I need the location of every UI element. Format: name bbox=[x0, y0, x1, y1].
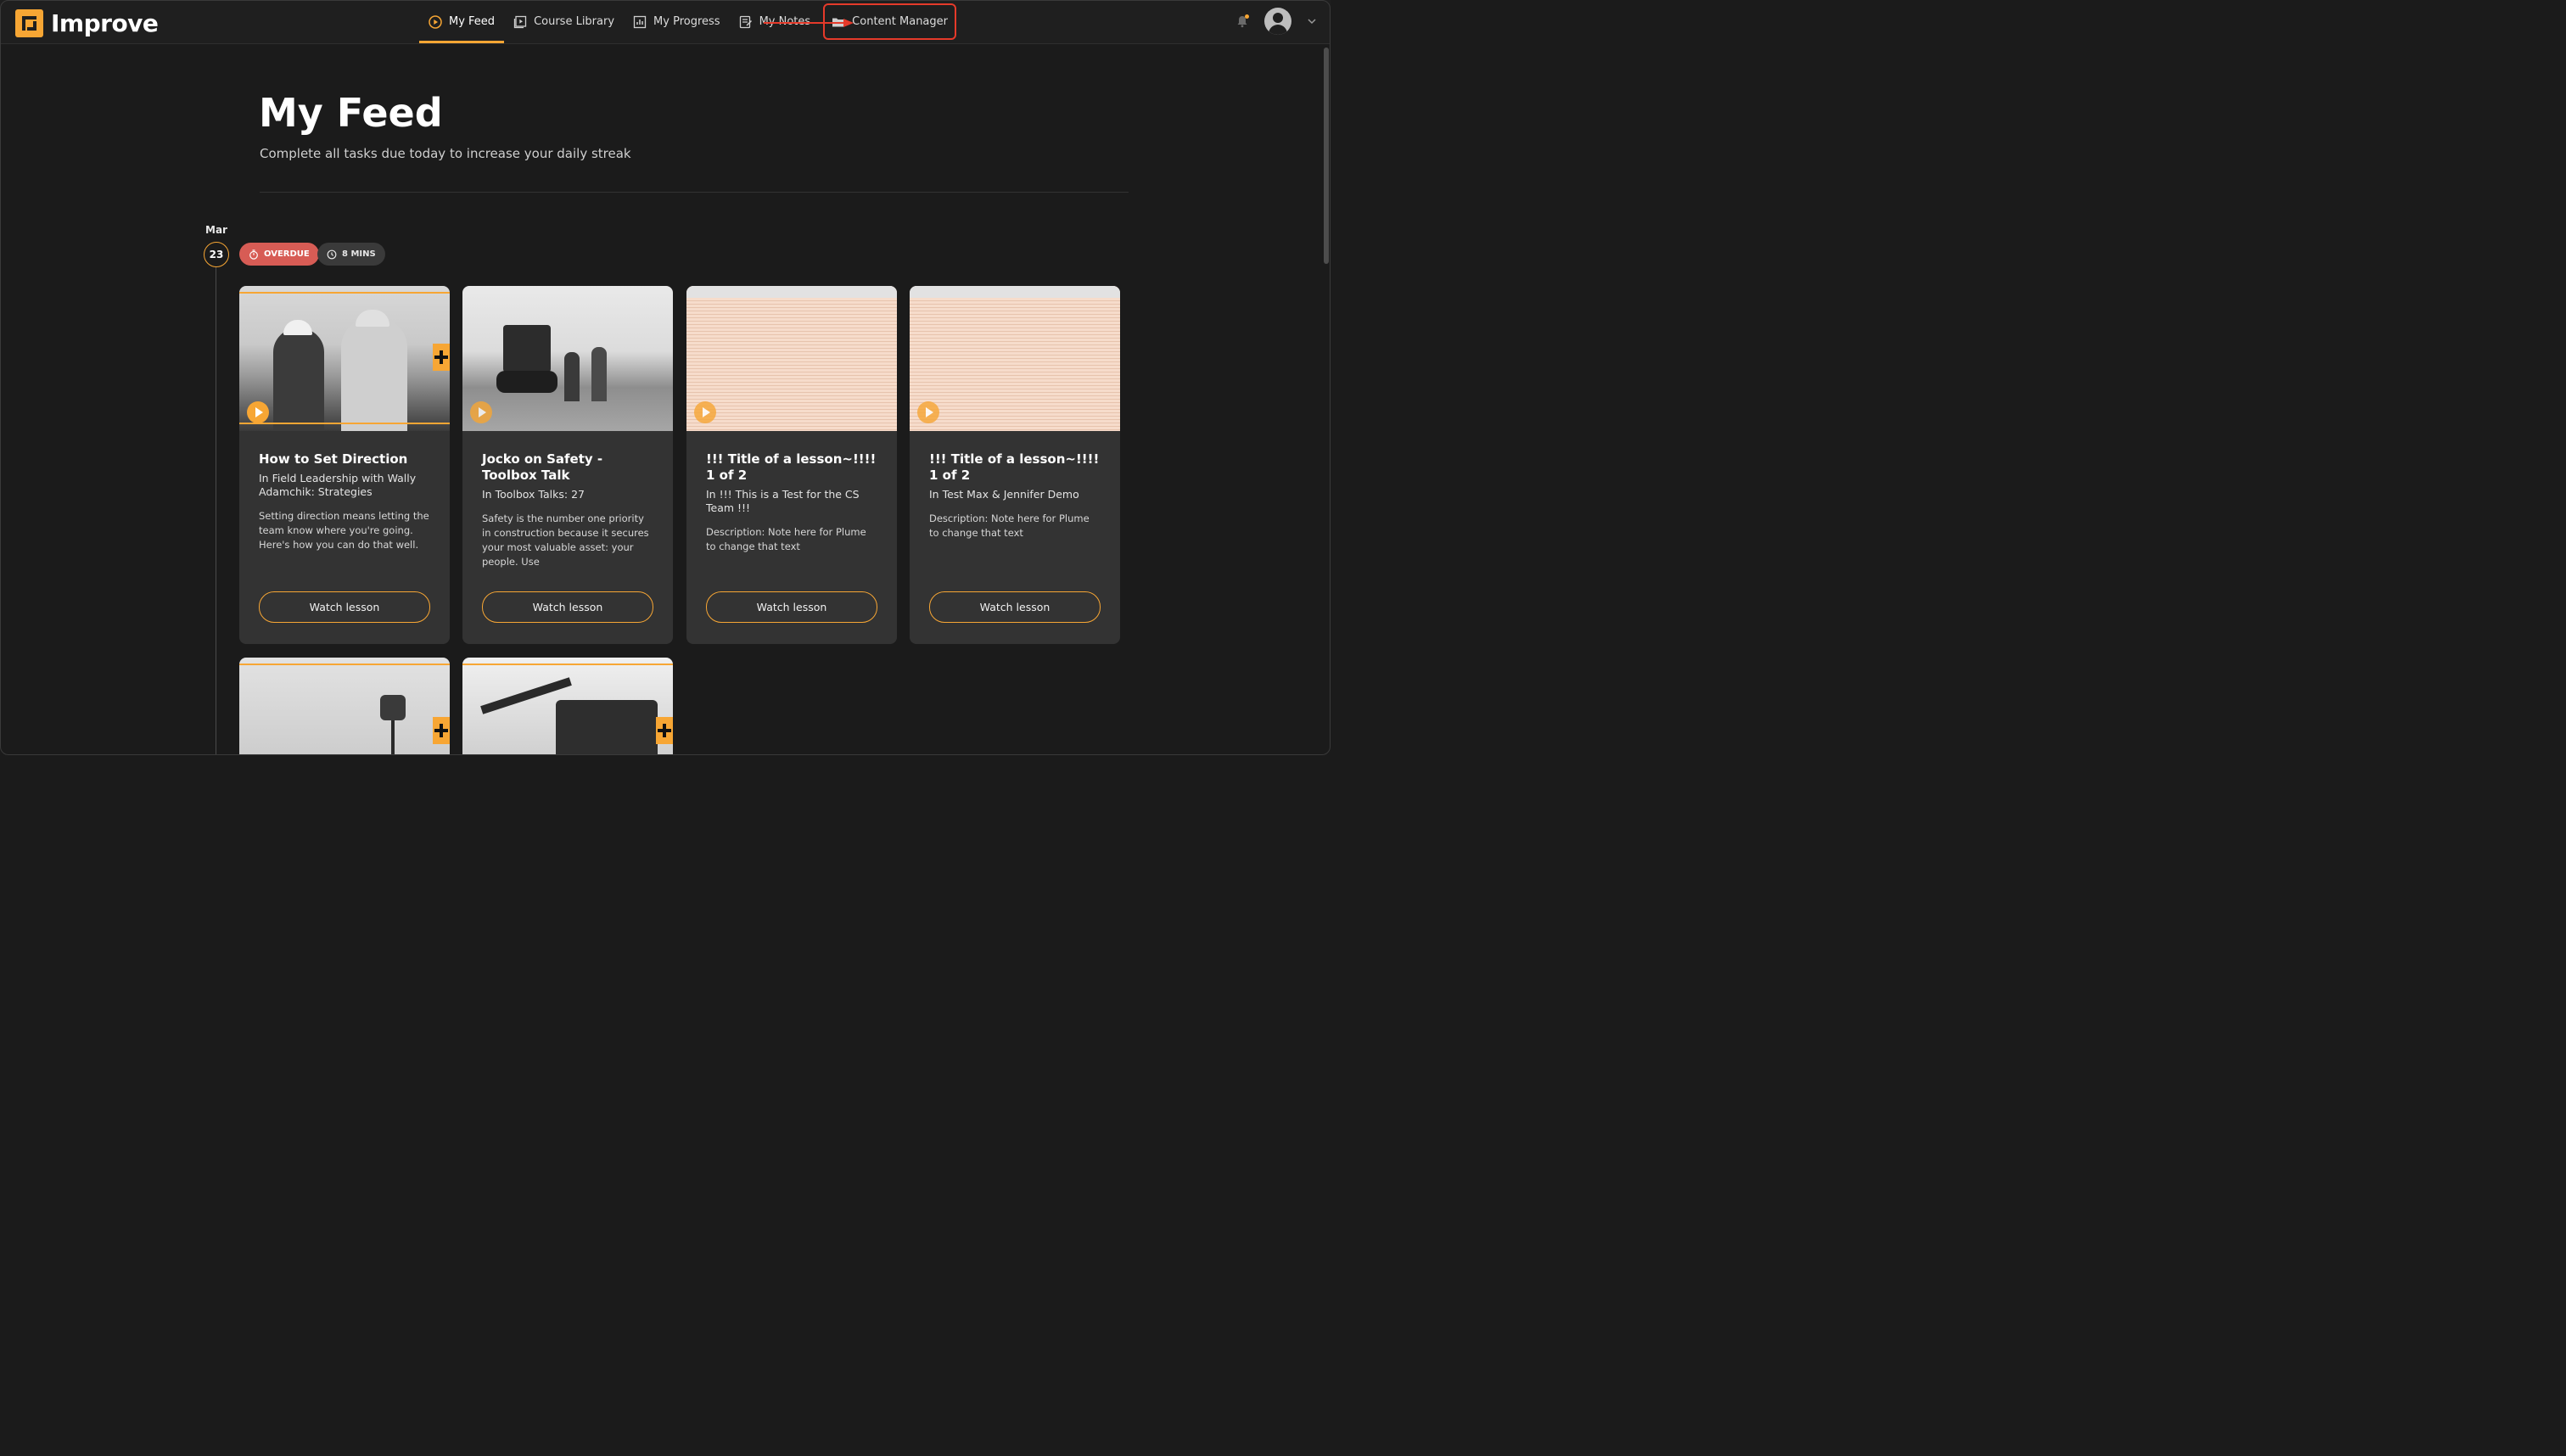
lesson-card[interactable]: !!! Title of a lesson~!!!! 1 of 2 In Tes… bbox=[910, 286, 1120, 644]
user-controls bbox=[1235, 8, 1317, 35]
add-icon[interactable] bbox=[433, 717, 450, 744]
date-day: 23 bbox=[204, 242, 229, 267]
chart-icon bbox=[633, 15, 647, 29]
header-divider bbox=[260, 192, 1129, 193]
nav-my-progress-label: My Progress bbox=[653, 15, 720, 28]
lesson-thumbnail[interactable] bbox=[462, 286, 673, 431]
survey-instrument bbox=[380, 695, 406, 720]
chevron-down-icon[interactable] bbox=[1307, 16, 1317, 26]
nav-course-library-label: Course Library bbox=[534, 15, 615, 28]
library-icon bbox=[513, 15, 527, 29]
lesson-thumbnail[interactable] bbox=[462, 658, 673, 755]
add-icon[interactable] bbox=[656, 717, 673, 744]
hard-hat bbox=[283, 320, 312, 335]
thumb-top-accent bbox=[462, 664, 673, 665]
play-icon[interactable] bbox=[917, 401, 939, 423]
worker-silhouette bbox=[273, 328, 324, 431]
lesson-course: In Test Max & Jennifer Demo bbox=[929, 488, 1079, 501]
nav-my-feed-label: My Feed bbox=[449, 15, 496, 28]
duration-label: 8 MINS bbox=[342, 249, 376, 259]
excavator-cab bbox=[556, 700, 658, 755]
overdue-badge: OVERDUE bbox=[239, 243, 319, 266]
nav-content-manager-label: Content Manager bbox=[852, 15, 948, 28]
lesson-title: How to Set Direction bbox=[259, 451, 408, 467]
page-title: My Feed bbox=[259, 90, 443, 136]
logo-mark-icon bbox=[15, 9, 43, 37]
watch-lesson-button[interactable]: Watch lesson bbox=[482, 591, 653, 623]
spreadsheet-rows bbox=[686, 298, 897, 431]
worker-silhouette bbox=[341, 318, 407, 431]
lesson-card[interactable]: Jocko on Safety - Toolbox Talk In Toolbo… bbox=[462, 286, 673, 644]
watch-lesson-button[interactable]: Watch lesson bbox=[929, 591, 1101, 623]
watch-lesson-button[interactable]: Watch lesson bbox=[706, 591, 877, 623]
thumb-progress-line bbox=[239, 423, 450, 424]
lesson-description: Safety is the number one priority in con… bbox=[482, 512, 649, 568]
lesson-course: In !!! This is a Test for the CS Team !!… bbox=[706, 488, 860, 514]
lesson-thumbnail[interactable] bbox=[686, 286, 897, 431]
page-subtitle: Complete all tasks due today to increase… bbox=[260, 146, 631, 161]
lesson-course: In Field Leadership with Wally Adamchik:… bbox=[259, 472, 417, 498]
lesson-course: In Toolbox Talks: 27 bbox=[482, 488, 585, 501]
lesson-thumbnail[interactable] bbox=[910, 286, 1120, 431]
tractor-silhouette bbox=[503, 325, 551, 372]
notes-icon bbox=[739, 15, 753, 29]
overdue-label: OVERDUE bbox=[264, 249, 310, 259]
lesson-title: !!! Title of a lesson~!!!! 1 of 2 bbox=[929, 451, 1100, 483]
duration-badge: 8 MINS bbox=[317, 243, 385, 266]
play-icon[interactable] bbox=[247, 401, 269, 423]
app-logo[interactable]: Improve bbox=[15, 9, 159, 37]
top-navigation-bar: Improve My Feed Course Library My Progre… bbox=[0, 0, 1331, 44]
add-icon[interactable] bbox=[433, 344, 450, 371]
lesson-thumbnail[interactable] bbox=[239, 658, 450, 755]
lesson-card[interactable] bbox=[462, 658, 673, 755]
main-nav: My Feed Course Library My Progress My No… bbox=[419, 0, 960, 43]
thumb-top-accent bbox=[239, 292, 450, 294]
tractor-tracks bbox=[496, 371, 557, 393]
clock-icon bbox=[327, 249, 337, 259]
survey-pole bbox=[391, 720, 395, 755]
spreadsheet-rows bbox=[910, 298, 1120, 431]
lesson-card[interactable] bbox=[239, 658, 450, 755]
lesson-title: Jocko on Safety - Toolbox Talk bbox=[482, 451, 603, 483]
lesson-description: Description: Note here for Plume to chan… bbox=[929, 512, 1090, 539]
spreadsheet-formula-bar bbox=[686, 286, 897, 299]
app-name: Improve bbox=[51, 9, 159, 37]
lesson-title: !!! Title of a lesson~!!!! 1 of 2 bbox=[706, 451, 877, 483]
lesson-description: Description: Note here for Plume to chan… bbox=[706, 526, 866, 552]
play-icon[interactable] bbox=[470, 401, 492, 423]
play-circle-icon bbox=[429, 14, 442, 29]
lesson-description: Setting direction means letting the team… bbox=[259, 510, 429, 551]
nav-my-progress[interactable]: My Progress bbox=[624, 0, 730, 43]
lesson-thumbnail[interactable] bbox=[239, 286, 450, 431]
nav-course-library[interactable]: Course Library bbox=[504, 0, 624, 43]
stopwatch-icon bbox=[249, 249, 258, 260]
user-avatar[interactable] bbox=[1264, 8, 1291, 35]
lesson-card[interactable]: !!! Title of a lesson~!!!! 1 of 2 In !!!… bbox=[686, 286, 897, 644]
spreadsheet-formula-bar bbox=[910, 286, 1120, 299]
hard-hat bbox=[356, 310, 389, 327]
notification-dot bbox=[1245, 14, 1249, 19]
lesson-card[interactable]: How to Set Direction In Field Leadership… bbox=[239, 286, 450, 644]
play-icon[interactable] bbox=[694, 401, 716, 423]
date-month: Mar bbox=[205, 224, 227, 236]
thumb-top-accent bbox=[239, 664, 450, 665]
page-scrollbar[interactable] bbox=[1324, 48, 1329, 264]
notification-bell-icon[interactable] bbox=[1235, 14, 1249, 28]
worker-silhouette bbox=[564, 352, 580, 401]
nav-my-feed[interactable]: My Feed bbox=[419, 0, 505, 43]
annotation-arrow-icon bbox=[764, 19, 854, 27]
worker-silhouette bbox=[591, 347, 607, 401]
watch-lesson-button[interactable]: Watch lesson bbox=[259, 591, 430, 623]
